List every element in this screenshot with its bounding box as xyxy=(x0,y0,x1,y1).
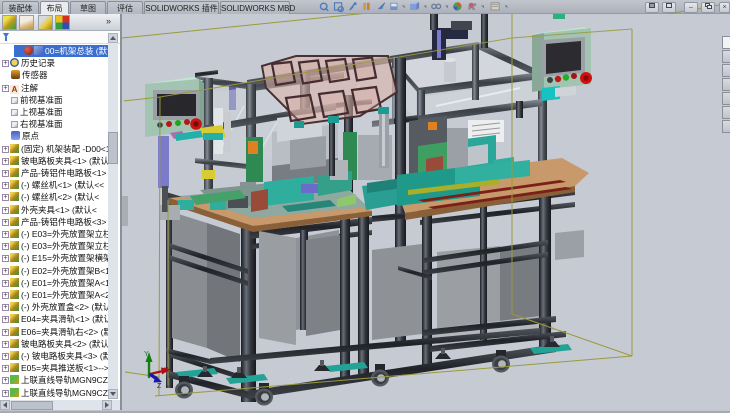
svg-text:Y: Y xyxy=(144,351,149,358)
svg-text:Z: Z xyxy=(157,383,162,390)
svg-text:X: X xyxy=(164,367,169,374)
